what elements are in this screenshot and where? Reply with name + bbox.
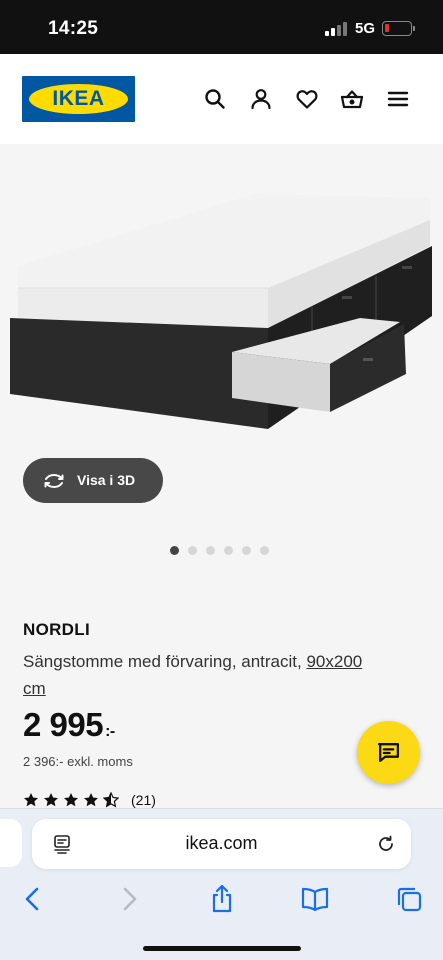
product-image	[10, 194, 432, 429]
price-value: 2 995	[23, 706, 104, 743]
carousel-dot[interactable]	[242, 546, 251, 555]
carousel-dot[interactable]	[260, 546, 269, 555]
back-icon[interactable]	[18, 884, 48, 914]
carousel-dot[interactable]	[170, 546, 179, 555]
view-in-3d-label: Visa i 3D	[77, 472, 136, 488]
menu-icon[interactable]	[386, 87, 410, 111]
view-in-3d-button[interactable]: Visa i 3D	[23, 458, 163, 503]
product-image-carousel[interactable]: Visa i 3D	[0, 144, 443, 608]
battery-icon	[382, 21, 415, 36]
half-star-icon	[103, 792, 119, 808]
share-icon[interactable]	[207, 884, 237, 914]
product-price: 2 995:-	[23, 706, 115, 744]
carousel-dot[interactable]	[224, 546, 233, 555]
forward-icon[interactable]	[114, 884, 144, 914]
chat-icon	[377, 743, 400, 762]
url-text: ikea.com	[185, 833, 258, 853]
price-excl-vat: 2 396:- exkl. moms	[23, 754, 133, 769]
chat-button[interactable]	[357, 721, 420, 784]
basket-icon[interactable]	[340, 87, 364, 111]
product-name: NORDLI	[23, 620, 90, 639]
bookmarks-icon[interactable]	[300, 884, 330, 914]
logo-text: IKEA	[52, 87, 105, 110]
signal-icon	[325, 22, 347, 36]
carousel-dot[interactable]	[206, 546, 215, 555]
rotate-3d-icon	[44, 474, 64, 488]
network-label: 5G	[355, 20, 376, 37]
product-info: NORDLI Sängstomme med förvaring, antraci…	[23, 620, 423, 808]
tabs-icon[interactable]	[394, 884, 424, 914]
size-unit-link[interactable]: cm	[23, 679, 46, 698]
home-indicator	[143, 946, 301, 951]
product-description: Sängstomme med förvaring, antracit, 90x2…	[23, 648, 423, 702]
star-icon	[64, 793, 78, 807]
size-link[interactable]: 90x200	[306, 652, 362, 671]
ikea-logo[interactable]: IKEA	[22, 76, 135, 122]
product-description-text: Sängstomme med förvaring, antracit,	[23, 652, 302, 671]
star-icon	[44, 793, 58, 807]
search-icon[interactable]	[203, 87, 227, 111]
reload-icon[interactable]	[376, 834, 396, 854]
status-bar: 14:25 5G	[0, 0, 443, 54]
address-bar[interactable]: ikea.com	[32, 819, 411, 869]
previous-tab-preview[interactable]	[0, 819, 22, 867]
browser-toolbar: ikea.com	[0, 808, 443, 960]
price-suffix: :-	[105, 723, 115, 740]
star-icon	[84, 793, 98, 807]
rating-count[interactable]: (21)	[131, 792, 156, 808]
account-icon[interactable]	[249, 87, 273, 111]
status-time: 14:25	[48, 18, 99, 39]
star-icon	[24, 793, 38, 807]
site-header: IKEA	[0, 54, 443, 144]
carousel-dot[interactable]	[188, 546, 197, 555]
heart-icon[interactable]	[295, 87, 319, 111]
